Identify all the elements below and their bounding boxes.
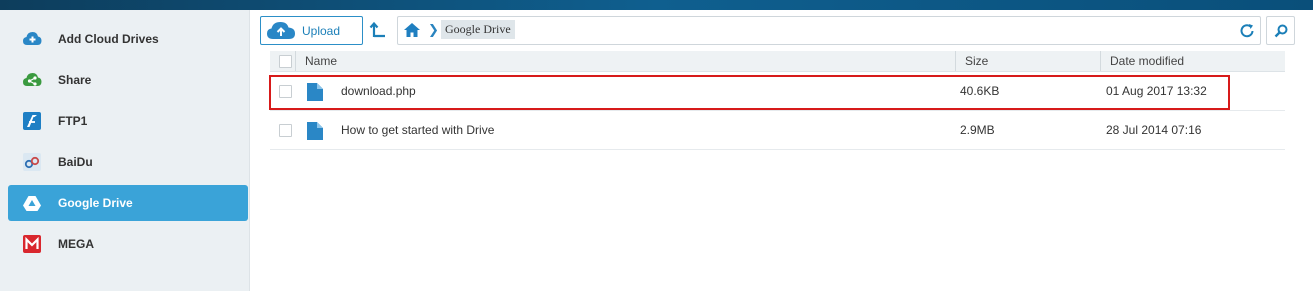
- sidebar-item-add-cloud-drives[interactable]: Add Cloud Drives: [8, 21, 248, 57]
- sidebar-item-baidu[interactable]: BaiDu: [8, 144, 248, 180]
- path-bar: ❯ Google Drive: [397, 16, 1261, 45]
- file-date: 28 Jul 2014 07:16: [1106, 123, 1202, 137]
- column-header-date[interactable]: Date modified: [1110, 54, 1184, 68]
- column-divider: [1100, 51, 1101, 71]
- table-row[interactable]: download.php 40.6KB 01 Aug 2017 13:32: [269, 72, 1285, 111]
- upload-cloud-icon: [267, 21, 295, 39]
- search-icon: [1274, 24, 1287, 37]
- sidebar-item-label: BaiDu: [58, 155, 93, 169]
- column-divider: [955, 51, 956, 71]
- sidebar-item-label: MEGA: [58, 237, 94, 251]
- file-name: download.php: [341, 84, 416, 98]
- file-size: 40.6KB: [960, 84, 1000, 98]
- parent-folder-icon[interactable]: [369, 21, 387, 39]
- google-drive-icon: [22, 193, 42, 213]
- upload-button[interactable]: Upload: [260, 16, 363, 45]
- sidebar-item-label: Google Drive: [58, 196, 133, 210]
- select-all-checkbox[interactable]: [279, 55, 292, 68]
- column-header-name[interactable]: Name: [305, 54, 337, 68]
- column-divider: [295, 51, 296, 71]
- file-date: 01 Aug 2017 13:32: [1106, 84, 1207, 98]
- mega-icon: [22, 234, 42, 254]
- sidebar-item-mega[interactable]: MEGA: [8, 226, 248, 262]
- breadcrumb-item[interactable]: Google Drive: [441, 20, 515, 39]
- column-header-size[interactable]: Size: [965, 54, 988, 68]
- sidebar-item-label: Add Cloud Drives: [58, 32, 159, 46]
- row-checkbox[interactable]: [279, 124, 292, 137]
- file-icon: [307, 83, 323, 101]
- main-panel: Upload ❯ Google Drive Name Size Date mod…: [250, 10, 1313, 291]
- ftp-icon: [22, 111, 42, 131]
- file-icon: [307, 122, 323, 140]
- refresh-icon[interactable]: [1238, 22, 1256, 40]
- upload-label: Upload: [302, 23, 341, 38]
- table-row[interactable]: How to get started with Drive 2.9MB 28 J…: [270, 111, 1285, 150]
- chevron-right-icon: ❯: [428, 22, 439, 37]
- sidebar-item-google-drive[interactable]: Google Drive: [8, 185, 248, 221]
- top-bar: [0, 0, 1313, 10]
- sidebar-item-share[interactable]: Share: [8, 62, 248, 98]
- file-table: Name Size Date modified download.php 40.…: [269, 51, 1285, 150]
- row-checkbox[interactable]: [279, 85, 292, 98]
- file-name: How to get started with Drive: [341, 123, 495, 137]
- add-cloud-icon: [22, 29, 42, 49]
- share-icon: [22, 70, 42, 90]
- baidu-icon: [22, 152, 42, 172]
- sidebar-item-ftp1[interactable]: FTP1: [8, 103, 248, 139]
- home-icon[interactable]: [403, 22, 421, 38]
- sidebar: Add Cloud Drives Share FTP1 BaiDu Google…: [0, 10, 250, 291]
- table-header: Name Size Date modified: [270, 51, 1285, 72]
- sidebar-item-label: FTP1: [58, 114, 88, 128]
- file-size: 2.9MB: [960, 123, 995, 137]
- sidebar-item-label: Share: [58, 73, 92, 87]
- search-button[interactable]: [1266, 16, 1295, 45]
